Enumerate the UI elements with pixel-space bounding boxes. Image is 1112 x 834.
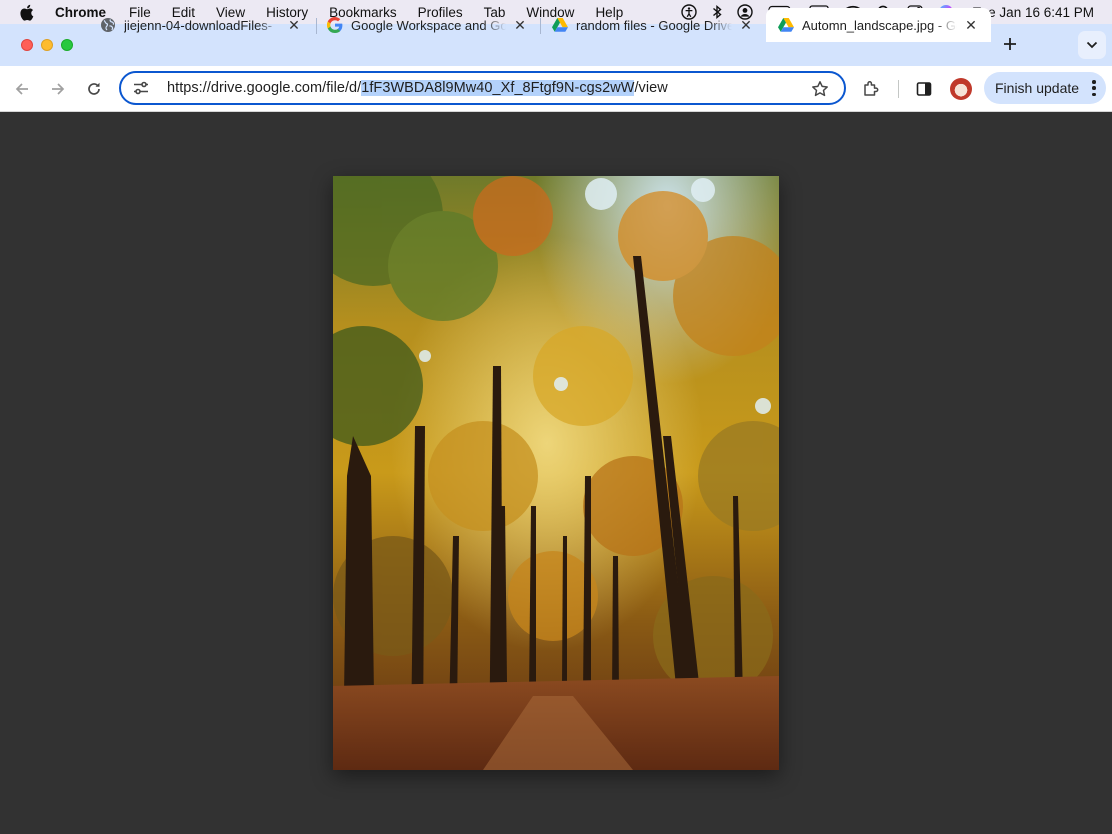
reload-icon — [88, 82, 100, 95]
google-drive-icon — [552, 17, 568, 33]
tab-google-workspace[interactable]: Google Workspace and Goo ✕ — [315, 8, 540, 42]
close-tab-icon[interactable]: ✕ — [512, 17, 528, 33]
new-tab-button[interactable] — [999, 33, 1021, 55]
side-panel-icon[interactable] — [912, 77, 936, 101]
drive-file-viewer — [0, 112, 1112, 834]
autumn-forest-image — [333, 176, 779, 770]
tab-title: jiejenn-04-downloadFiles- — [124, 17, 273, 33]
close-tab-icon[interactable]: ✕ — [286, 17, 302, 33]
menu-bar-clock[interactable]: Tue Jan 16 6:41 PM — [973, 5, 1094, 20]
window-minimize-button[interactable] — [41, 39, 53, 51]
google-drive-icon — [778, 17, 794, 33]
forward-button[interactable] — [46, 77, 70, 101]
url-suffix: /view — [634, 80, 668, 96]
tab-title: random files - Google Drive — [576, 17, 732, 33]
apple-menu-icon[interactable] — [19, 4, 37, 21]
back-button[interactable] — [10, 77, 34, 101]
tab-search-button[interactable] — [1078, 31, 1106, 59]
tab-jiejenn-download-files[interactable]: jiejenn-04-downloadFiles- ✕ — [88, 8, 314, 42]
arrow-left-icon — [15, 83, 28, 95]
profile-avatar[interactable] — [950, 78, 972, 100]
google-g-icon — [327, 17, 343, 33]
close-tab-icon[interactable]: ✕ — [963, 17, 979, 33]
reload-button[interactable] — [82, 77, 106, 101]
arrow-right-icon — [52, 83, 65, 95]
tab-title: Automn_landscape.jpg - Go — [802, 17, 957, 33]
extensions-puzzle-icon[interactable] — [859, 77, 883, 101]
more-vertical-icon[interactable] — [1092, 80, 1096, 96]
toolbar-divider — [898, 80, 899, 98]
finish-update-label: Finish update — [995, 80, 1080, 96]
url-text[interactable]: https://drive.google.com/file/d/1fF3WBDA… — [167, 80, 668, 96]
autumn-forest-photo — [333, 176, 779, 770]
browser-toolbar: https://drive.google.com/file/d/1fF3WBDA… — [0, 66, 1112, 112]
window-close-button[interactable] — [21, 39, 33, 51]
window-zoom-button[interactable] — [61, 39, 73, 51]
finish-update-button[interactable]: Finish update — [984, 72, 1106, 104]
site-info-tune-icon[interactable] — [131, 78, 151, 98]
globe-icon — [100, 17, 116, 33]
close-tab-icon[interactable]: ✕ — [738, 17, 754, 33]
address-bar[interactable]: https://drive.google.com/file/d/1fF3WBDA… — [119, 71, 846, 105]
tab-title: Google Workspace and Goo — [351, 17, 506, 33]
plus-icon — [1004, 38, 1016, 50]
url-prefix: https://drive.google.com/file/d/ — [167, 80, 362, 96]
url-selected-file-id: 1fF3WBDA8l9Mw40_Xf_8Ftgf9N-cgs2wW — [361, 80, 635, 96]
tab-random-files-drive[interactable]: random files - Google Drive ✕ — [540, 8, 766, 42]
bookmark-star-icon[interactable] — [810, 79, 830, 99]
tab-automn-landscape-active[interactable]: Automn_landscape.jpg - Go ✕ — [766, 8, 991, 42]
chevron-down-icon — [1086, 41, 1098, 49]
